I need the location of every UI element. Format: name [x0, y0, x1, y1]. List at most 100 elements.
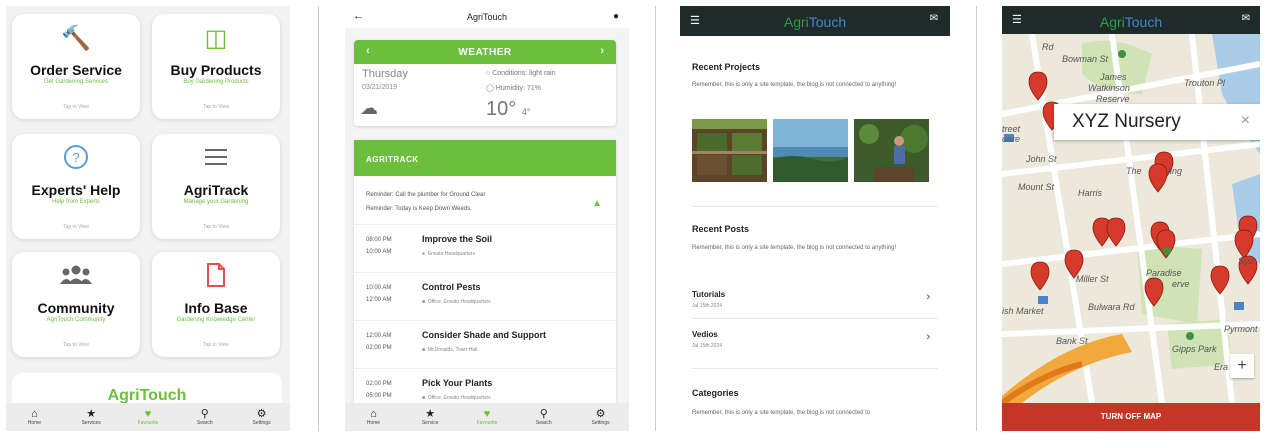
buy-products-card[interactable]: ◫ Buy Products Buy Gardening Products Ta…	[152, 14, 280, 119]
map-label: Paradise	[1146, 268, 1182, 278]
blog-screen: ☰ AgriTouch ✉ Recent Projects Remember, …	[680, 6, 950, 431]
tab-label: Favourite	[137, 420, 159, 426]
weather-day: Thursday	[362, 68, 408, 80]
weather-date: 03/21/2019	[362, 84, 398, 91]
star-icon: ★	[86, 408, 97, 420]
tab-home[interactable]: ⌂ Home	[350, 408, 396, 426]
event-location: ■ McDonalds, Town Hall	[422, 347, 478, 353]
tab-search[interactable]: ⚲ Search	[521, 408, 567, 426]
rain-cloud-icon: ☁	[360, 98, 378, 118]
map-label: ling	[1168, 166, 1183, 176]
brand-part-a: Agri	[783, 14, 809, 30]
close-icon[interactable]: ×	[1241, 112, 1250, 130]
info-base-card[interactable]: Info Base Gardening Knowledge Center Tap…	[152, 252, 280, 357]
brand-part-b: Touch	[1124, 14, 1163, 30]
turn-off-map-button[interactable]: TURN OFF MAP	[1002, 403, 1260, 431]
event-name: Pick Your Plants	[422, 378, 493, 388]
event-row[interactable]: 10:00 AM 12:00 AM Control Pests ■ Office…	[354, 272, 616, 320]
card-title: Community	[37, 300, 115, 316]
zoom-in-button[interactable]: +	[1230, 354, 1254, 378]
map-label: erve	[1172, 279, 1190, 289]
map-canvas[interactable]	[1002, 34, 1260, 403]
star-icon: ★	[425, 408, 436, 420]
order-service-card[interactable]: 🔨 Order Service Get Gardening Services T…	[12, 14, 140, 119]
map-info-popup[interactable]: XYZ Nursery ×	[1054, 104, 1260, 140]
brand-part-a: Agri	[1099, 14, 1125, 30]
project-thumbnail-garden-beds[interactable]	[692, 119, 767, 182]
mail-icon[interactable]: ✉	[930, 13, 938, 24]
bell-icon[interactable]: ▲	[592, 198, 602, 209]
tab-label: Search	[196, 420, 213, 426]
card-title: Info Base	[184, 300, 248, 316]
page-title: AgriTouch	[466, 12, 508, 22]
gear-icon: ⚙	[595, 408, 606, 420]
card-tap-hint: Tap to View	[203, 104, 229, 110]
card-title: Buy Products	[170, 62, 262, 78]
heart-icon: ♥	[483, 408, 491, 420]
card-subtitle: Manage your Gardening	[183, 199, 249, 205]
humidity-text: Humidity: 71%	[495, 85, 541, 92]
tab-settings[interactable]: ⚙ Settings	[578, 408, 624, 426]
chevron-right-icon[interactable]: ›	[600, 45, 604, 57]
tab-label: Service	[421, 420, 439, 426]
post-title: Tutorials	[692, 290, 726, 299]
tab-home[interactable]: ⌂ Home	[11, 408, 57, 426]
tab-settings[interactable]: ⚙ Settings	[239, 408, 285, 426]
map-label: uare	[1002, 134, 1021, 144]
card-title: Order Service	[30, 62, 122, 78]
weather-card: ‹ WEATHER › Thursday 03/21/2019 ☁ ○ Cond…	[354, 40, 616, 126]
question-icon: ?	[12, 144, 140, 178]
tab-search[interactable]: ⚲ Search	[182, 408, 228, 426]
card-subtitle: AgriTouch Community	[46, 317, 106, 323]
card-subtitle: Buy Gardening Products	[183, 79, 249, 85]
heart-icon: ♥	[144, 408, 152, 420]
map-label: Syd	[1238, 256, 1254, 266]
tab-services[interactable]: ★ Services	[68, 408, 114, 426]
reminder-text: Reminder: Today is Keep Down Weeds.	[366, 206, 472, 212]
map-label: Miller St	[1076, 274, 1109, 284]
tab-favourite[interactable]: ♥ Favourite	[464, 408, 510, 426]
divider	[692, 206, 938, 207]
project-thumbnail-child-gardening[interactable]	[854, 119, 929, 182]
event-start: 12:00 AM	[366, 333, 392, 339]
post-date: Jul 15th 2024	[692, 343, 723, 349]
home-icon: ⌂	[370, 408, 377, 420]
map-label: Bulwara Rd	[1088, 302, 1135, 312]
mail-icon[interactable]: ✉	[1242, 13, 1250, 24]
tab-favourite[interactable]: ♥ Favourite	[125, 408, 171, 426]
event-location: ● Envato Headquarters	[422, 251, 476, 257]
event-row[interactable]: 08:00 PM 10:00 AM Improve the Soil ● Env…	[354, 224, 616, 272]
map-label: Pyrmont	[1224, 324, 1258, 334]
app-screenshots-collage: 🔨 Order Service Get Gardening Services T…	[0, 0, 1265, 437]
agritrack-card[interactable]: AgriTrack Manage your Gardening Tap to V…	[152, 134, 280, 239]
divider	[692, 368, 938, 369]
temp-low: 4°	[521, 107, 531, 117]
event-start: 10:00 AM	[366, 285, 392, 291]
search-icon: ⚲	[200, 408, 209, 420]
experts-help-card[interactable]: ? Experts' Help Help from Experts Tap to…	[12, 134, 140, 239]
tab-label: Settings	[252, 420, 271, 426]
temp-high: 10°	[486, 98, 517, 120]
event-name: Improve the Soil	[422, 234, 493, 244]
lightbulb-icon[interactable]: ●	[613, 11, 619, 22]
weather-humidity: ◯ Humidity: 71%	[486, 85, 541, 92]
event-end: 05:00 PM	[366, 393, 392, 399]
svg-text:?: ?	[72, 150, 79, 165]
location-text: Office, Envato Headquarters	[427, 299, 491, 305]
event-row[interactable]: 12:00 AM 02:00 PM Consider Shade and Sup…	[354, 320, 616, 368]
map-label: Reserve	[1096, 94, 1130, 104]
tab-service[interactable]: ★ Service	[407, 408, 453, 426]
map-label: ish Market	[1002, 306, 1044, 316]
map-label: treet	[1002, 124, 1021, 134]
event-name: Control Pests	[422, 282, 481, 292]
home-icon: ⌂	[31, 408, 38, 420]
map-label: Mount St	[1018, 182, 1055, 192]
card-tap-hint: Tap to View	[63, 342, 89, 348]
project-thumbnail-landscape[interactable]	[773, 119, 848, 182]
basket-icon: ◫	[204, 25, 228, 52]
community-card[interactable]: Community AgriTouch Community Tap to Vie…	[12, 252, 140, 357]
top-bar: ← AgriTouch ●	[345, 6, 629, 28]
tab-label: Services	[81, 420, 101, 426]
hammer-icon: 🔨	[61, 25, 91, 52]
recent-projects-heading: Recent Projects	[692, 62, 761, 72]
